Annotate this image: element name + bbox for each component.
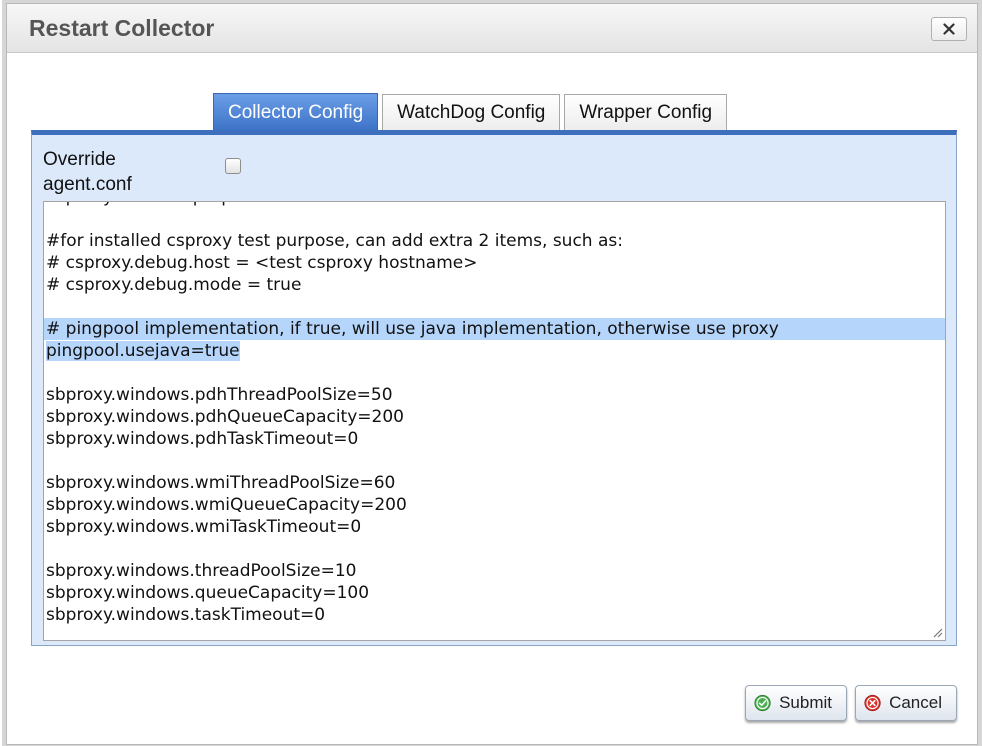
- config-line: [44, 538, 945, 560]
- submit-button[interactable]: Submit: [745, 685, 847, 721]
- config-line: [44, 296, 945, 318]
- config-line: # csproxy.debug.host = <test csproxy hos…: [46, 253, 478, 273]
- collector-config-panel: Override agent.conf # proxy items ... pu…: [31, 130, 957, 646]
- config-line: sbproxy.windows.wmiTaskTimeout=0: [46, 517, 362, 537]
- config-line-selected-text: pingpool.usejava=true: [46, 341, 240, 361]
- tab-watchdog-config[interactable]: WatchDog Config: [382, 94, 561, 130]
- override-agent-conf-checkbox[interactable]: [225, 158, 241, 174]
- dialog-title: Restart Collector: [29, 15, 215, 41]
- config-textarea[interactable]: # proxy items ... purpose #for installed …: [43, 201, 946, 641]
- override-agent-conf-label: Override agent.conf: [43, 149, 132, 195]
- config-line: sbproxy.windows.queueCapacity=100: [46, 583, 370, 603]
- x-circle-icon: [864, 694, 881, 712]
- config-tabs: Collector Config WatchDog Config Wrapper…: [213, 93, 728, 131]
- config-line: sbproxy.windows.threadPoolSize=10: [46, 561, 357, 581]
- dialog-titlebar[interactable]: Restart Collector: [7, 4, 977, 53]
- config-line: sbproxy.windows.wmiQueueCapacity=200: [46, 495, 407, 515]
- config-line: sbproxy.windows.wmiThreadPoolSize=60: [46, 473, 396, 493]
- config-line: # proxy items ... purpose: [44, 202, 945, 208]
- config-line: #for installed csproxy test purpose, can…: [46, 231, 623, 251]
- config-line: # pingpool implementation, if true, will…: [44, 318, 945, 340]
- cancel-label: Cancel: [889, 693, 942, 712]
- cancel-button[interactable]: Cancel: [855, 685, 957, 721]
- tab-wrapper-config[interactable]: Wrapper Config: [564, 94, 728, 130]
- restart-collector-dialog: Restart Collector Collector Config Watch…: [6, 3, 978, 745]
- config-line: # csproxy.debug.mode = true: [46, 275, 302, 295]
- config-line: sbproxy.windows.pdhThreadPoolSize=50: [46, 385, 393, 405]
- check-circle-icon: [754, 694, 771, 712]
- close-icon: [943, 23, 955, 35]
- tab-collector-config[interactable]: Collector Config: [213, 93, 379, 131]
- close-button[interactable]: [931, 17, 967, 41]
- submit-label: Submit: [779, 693, 832, 712]
- config-line: [44, 208, 945, 230]
- config-line: [44, 362, 945, 384]
- config-line: sbproxy.windows.taskTimeout=0: [46, 605, 326, 625]
- config-line: sbproxy.windows.pdhTaskTimeout=0: [46, 429, 359, 449]
- resize-grip-icon[interactable]: [931, 626, 943, 638]
- config-line: sbproxy.windows.pdhQueueCapacity=200: [46, 407, 404, 427]
- config-line: pingpool.usejava=true: [44, 340, 945, 362]
- config-line: [44, 450, 945, 472]
- config-text: # proxy items ... purpose #for installed …: [44, 202, 945, 626]
